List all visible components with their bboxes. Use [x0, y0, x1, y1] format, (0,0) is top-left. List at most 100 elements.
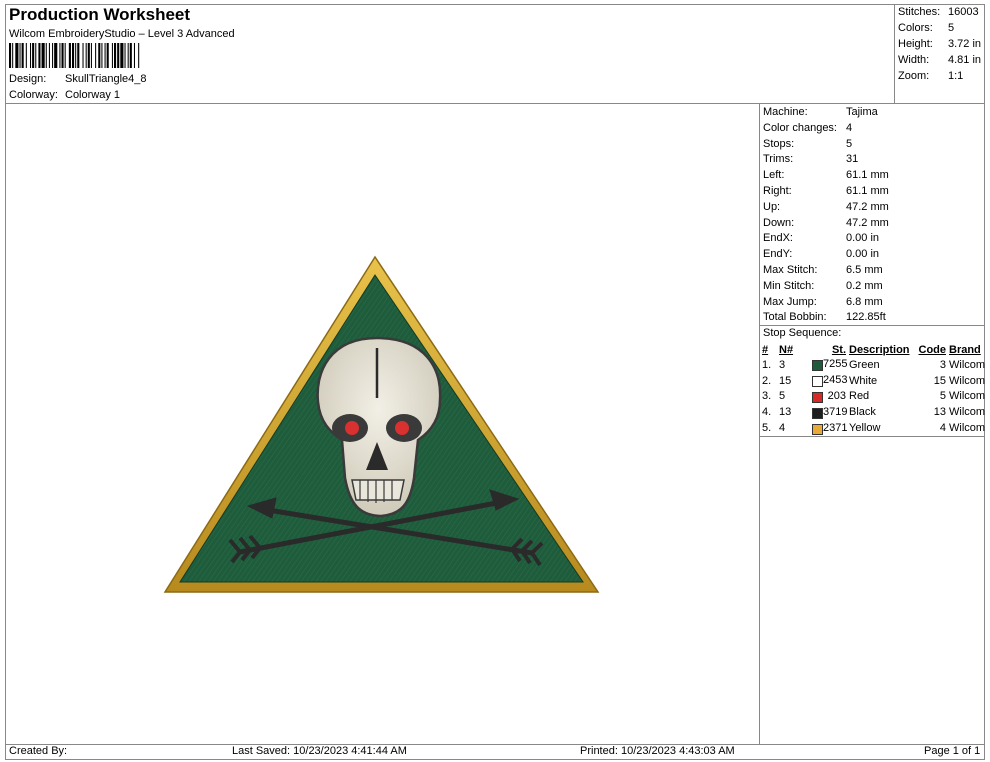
stitches-value: 16003 [948, 6, 979, 18]
row-stitches: 2371 [812, 420, 849, 436]
row-stitches: 3719 [812, 404, 849, 420]
up-value: 47.2 mm [846, 201, 889, 213]
colors-label: Colors: [898, 22, 933, 34]
colorway-value: Colorway 1 [65, 89, 121, 101]
max-stitch-value: 6.5 mm [846, 264, 883, 276]
color-swatch [812, 360, 823, 372]
last-saved: Last Saved: 10/23/2023 4:41:44 AM [232, 745, 407, 757]
max-jump-label: Max Jump: [763, 296, 817, 308]
endx-value: 0.00 in [846, 232, 880, 244]
trims-label: Trims: [763, 153, 794, 165]
colors-value: 5 [948, 22, 955, 34]
color-swatch [812, 376, 823, 388]
total-bobbin-value: 122.85ft [846, 311, 886, 323]
stop-seq-divider-bottom [759, 436, 985, 437]
row-num: 2. [762, 374, 772, 387]
table-row: 1. 3 7255 Green 3 Wilcom [762, 357, 988, 373]
row-needle: 3 [779, 358, 786, 371]
barcode [9, 43, 140, 68]
height-label: Height: [898, 38, 933, 50]
left-label: Left: [763, 169, 785, 181]
row-brand: Wilcom [949, 406, 986, 419]
color-changes-label: Color changes: [763, 122, 837, 134]
row-code: 5 [939, 390, 946, 403]
total-bobbin-label: Total Bobbin: [763, 311, 827, 323]
row-brand: Wilcom [949, 422, 986, 435]
row-code: 13 [933, 406, 946, 419]
color-changes-value: 4 [846, 122, 853, 134]
page-title: Production Worksheet [9, 5, 191, 24]
row-description: Red [849, 390, 870, 403]
down-label: Down: [763, 217, 795, 229]
down-value: 47.2 mm [846, 217, 889, 229]
design-value: SkullTriangle4_8 [65, 73, 147, 85]
col-code: Code [918, 343, 947, 356]
machine-value: Tajima [846, 106, 878, 118]
row-description: Black [849, 406, 876, 419]
min-stitch-value: 0.2 mm [846, 280, 883, 292]
stops-value: 5 [846, 138, 853, 150]
max-jump-value: 6.8 mm [846, 296, 883, 308]
col-brand: Brand [949, 343, 981, 356]
table-row: 5. 4 2371 Yellow 4 Wilcom [762, 420, 988, 436]
printed-date: Printed: 10/23/2023 4:43:03 AM [580, 745, 735, 757]
summary-divider [894, 4, 895, 104]
row-description: White [849, 374, 878, 387]
stop-seq-divider-top [759, 325, 985, 326]
right-label: Right: [763, 185, 792, 197]
zoom-label: Zoom: [898, 70, 930, 82]
stop-sequence-table: # N# St. Description Code Brand 1. 3 725… [762, 342, 988, 436]
col-num: # [762, 343, 769, 356]
page-number: Page 1 of 1 [924, 745, 981, 757]
stitches-label: Stitches: [898, 6, 941, 18]
min-stitch-label: Min Stitch: [763, 280, 815, 292]
max-stitch-label: Max Stitch: [763, 264, 818, 276]
embroidery-design-preview [163, 255, 600, 593]
stop-sequence-title: Stop Sequence: [763, 327, 842, 339]
design-label: Design: [9, 73, 47, 85]
table-row: 3. 5 203 Red 5 Wilcom [762, 389, 988, 405]
col-needle: N# [779, 343, 794, 356]
left-value: 61.1 mm [846, 169, 889, 181]
row-brand: Wilcom [949, 390, 986, 403]
row-code: 3 [939, 358, 946, 371]
row-needle: 4 [779, 422, 786, 435]
endy-label: EndY: [763, 248, 793, 260]
info-divider [759, 103, 760, 744]
row-num: 3. [762, 390, 772, 403]
stops-label: Stops: [763, 138, 795, 150]
up-label: Up: [763, 201, 781, 213]
row-num: 5. [762, 422, 772, 435]
endx-label: EndX: [763, 232, 793, 244]
software-name: Wilcom EmbroideryStudio – Level 3 Advanc… [9, 28, 235, 40]
row-needle: 13 [779, 406, 792, 419]
machine-label: Machine: [763, 106, 808, 118]
row-description: Yellow [849, 422, 881, 435]
row-stitches: 203 [812, 389, 849, 405]
row-stitches: 2453 [812, 373, 849, 389]
row-num: 4. [762, 406, 772, 419]
zoom-value: 1:1 [948, 70, 964, 82]
width-value: 4.81 in [948, 54, 982, 66]
header-divider [5, 103, 985, 104]
row-needle: 15 [779, 374, 792, 387]
col-stitches: St. [831, 343, 846, 356]
row-description: Green [849, 358, 880, 371]
row-brand: Wilcom [949, 358, 986, 371]
row-num: 1. [762, 358, 772, 371]
row-needle: 5 [779, 390, 786, 403]
color-swatch [812, 423, 823, 435]
created-by: Created By: [9, 745, 68, 757]
color-swatch [812, 407, 823, 419]
endy-value: 0.00 in [846, 248, 880, 260]
table-row: 4. 13 3719 Black 13 Wilcom [762, 404, 988, 420]
width-label: Width: [898, 54, 930, 66]
row-code: 4 [939, 422, 946, 435]
footer-divider [5, 744, 985, 745]
worksheet: Production Worksheet Wilcom EmbroiderySt… [0, 0, 990, 762]
colorway-label: Colorway: [9, 89, 58, 101]
stop-sequence-header: # N# St. Description Code Brand [762, 342, 988, 357]
col-description: Description [849, 343, 910, 356]
row-code: 15 [933, 374, 946, 387]
right-value: 61.1 mm [846, 185, 889, 197]
